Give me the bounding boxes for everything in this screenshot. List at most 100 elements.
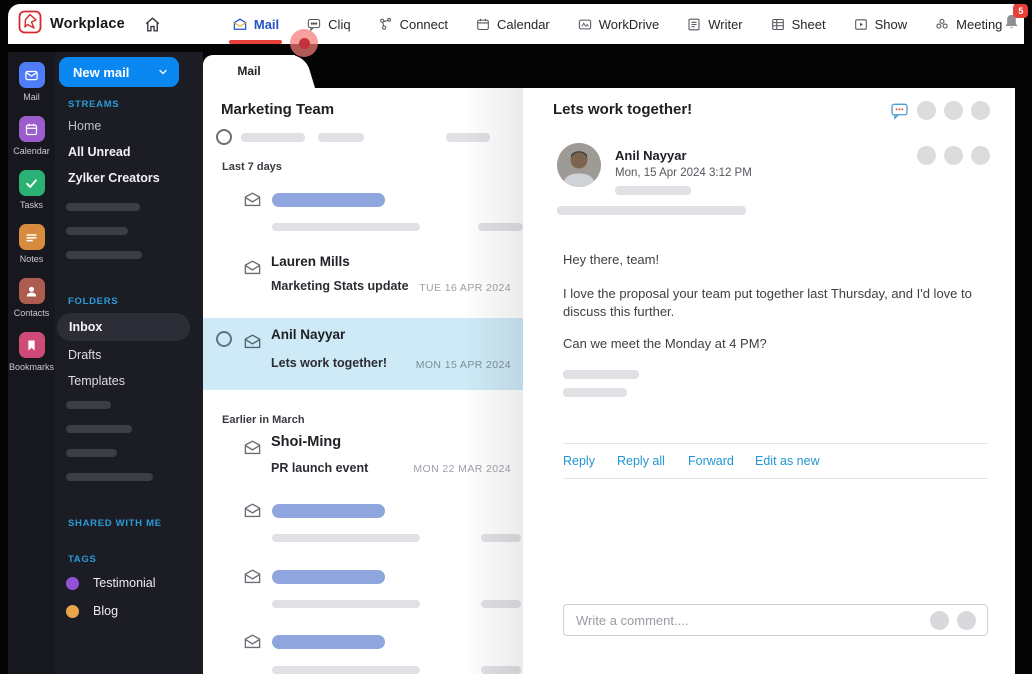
writer-icon [686,17,702,32]
bookmarks-app-icon [18,332,45,358]
mail-list-item[interactable]: Lauren Mills Marketing Stats update TUE … [203,248,523,306]
new-mail-button[interactable]: New mail [59,57,179,87]
skeleton-bar [66,473,153,481]
app-rail: Mail Calendar Tasks Notes Contacts Bookm… [8,52,55,674]
edit-as-new-link[interactable]: Edit as new [755,454,820,468]
skeleton-bar [272,570,385,584]
reply-link[interactable]: Reply [563,454,595,468]
rail-item-mail[interactable]: Mail [8,62,55,116]
shared-section-label: SHARED WITH ME [68,518,162,529]
select-all-radio[interactable] [216,129,232,145]
mail-list-item[interactable]: Shoi-Ming PR launch event MON 22 MAR 202… [203,430,523,490]
envelope-icon [243,332,262,351]
mail-select-radio[interactable] [216,331,232,347]
skeleton-bar [272,600,420,608]
mail-date: MON 15 APR 2024 [415,359,511,371]
contacts-app-icon [18,278,45,304]
rail-item-calendar[interactable]: Calendar [8,116,55,170]
mail-subject: Lets work together! [271,356,387,370]
home-icon[interactable] [143,15,162,34]
tasks-app-icon [18,170,45,196]
skeleton-bar [66,203,140,211]
tag-item-blog[interactable]: Blog [66,604,118,618]
mail-list-item-selected[interactable]: Anil Nayyar Lets work together! MON 15 A… [203,318,523,390]
toolbar-placeholder-button[interactable] [971,101,990,120]
skeleton-bar [272,193,385,207]
divider [563,478,988,479]
toolbar-placeholder-button[interactable] [917,101,936,120]
meeting-icon [934,17,950,32]
app-switcher-nav: Mail Cliq Connect Calendar WorkDrive Wri… [228,17,1002,44]
mail-sender: Shoi-Ming [271,434,342,450]
comment-icon[interactable] [889,101,910,126]
reply-all-link[interactable]: Reply all [617,454,665,468]
sidebar-item-zylker-creators[interactable]: Zylker Creators [68,171,160,185]
message-timestamp: Mon, 15 Apr 2024 3:12 PM [615,167,752,179]
nav-tab-meeting[interactable]: Meeting [934,17,1002,32]
nav-tab-workdrive[interactable]: WorkDrive [577,17,659,32]
forward-link[interactable]: Forward [688,454,734,468]
skeleton-bar [481,534,521,542]
comment-action-placeholder[interactable] [957,611,976,630]
skeleton-bar [563,388,627,397]
sidebar-item-inbox[interactable]: Inbox [57,313,190,341]
message-subject: Lets work together! [553,101,693,118]
workplace-brand[interactable]: Workplace [8,10,125,39]
notifications-bell-icon[interactable]: 5 [1002,3,1029,37]
message-action-placeholder[interactable] [971,146,990,165]
rail-item-contacts[interactable]: Contacts [8,278,55,332]
sidebar-item-home[interactable]: Home [68,119,101,133]
skeleton-bar [615,186,691,195]
skeleton-bar [563,370,639,379]
message-action-placeholder[interactable] [917,146,936,165]
nav-tab-connect[interactable]: Connect [378,17,448,32]
mail-list-pane: Marketing Team Last 7 days Lauren Mills … [203,88,523,674]
sidebar-item-all-unread[interactable]: All Unread [68,145,131,159]
notification-count-badge: 5 [1013,3,1029,18]
rail-item-notes[interactable]: Notes [8,224,55,278]
streams-section-label: STREAMS [68,99,120,110]
nav-tab-show[interactable]: Show [853,17,907,32]
skeleton-bar [66,401,111,409]
nav-tab-sheet[interactable]: Sheet [770,17,826,32]
group-label: Earlier in March [222,414,305,426]
comment-input[interactable] [576,605,876,635]
envelope-icon [243,632,262,651]
comment-input-container [563,604,988,636]
skeleton-bar [481,666,521,674]
comment-action-placeholder[interactable] [930,611,949,630]
message-action-placeholder[interactable] [944,146,963,165]
rail-item-tasks[interactable]: Tasks [8,170,55,224]
toolbar-placeholder-button[interactable] [944,101,963,120]
calendar-icon [475,17,491,32]
topbar-right: 5 [1002,3,1032,40]
workplace-logo-icon [18,10,42,39]
top-navigation-bar: Workplace Mail Cliq Connect Calendar Wor… [8,3,1029,44]
sender-name: Anil Nayyar [615,148,687,163]
skeleton-bar [241,133,305,142]
mail-subject: Marketing Stats update [271,279,409,293]
nav-tab-calendar[interactable]: Calendar [475,17,550,32]
tab-mail[interactable]: Mail [203,55,295,88]
group-label: Last 7 days [222,161,282,173]
folder-sidebar: New mail STREAMS Home All Unread Zylker … [55,52,203,674]
body-paragraph: Hey there, team! [563,252,660,267]
tag-item-testimonial[interactable]: Testimonial [66,576,156,590]
envelope-icon [243,567,262,586]
list-title: Marketing Team [221,101,335,118]
nav-tab-writer[interactable]: Writer [686,17,743,32]
skeleton-bar [66,227,128,235]
nav-tab-mail[interactable]: Mail [228,17,283,44]
folders-section-label: FOLDERS [68,296,119,307]
rail-item-bookmarks[interactable]: Bookmarks [8,332,55,386]
body-paragraph: I love the proposal your team put togeth… [563,286,972,319]
chevron-down-icon[interactable] [157,66,179,78]
tag-color-dot [66,604,79,618]
calendar-app-icon [18,116,45,142]
skeleton-bar [446,133,490,142]
sidebar-item-templates[interactable]: Templates [68,374,125,388]
nav-tab-cliq[interactable]: Cliq [306,17,351,32]
sidebar-item-drafts[interactable]: Drafts [68,348,101,362]
sheet-icon [770,17,786,32]
mail-sender: Lauren Mills [271,254,350,269]
